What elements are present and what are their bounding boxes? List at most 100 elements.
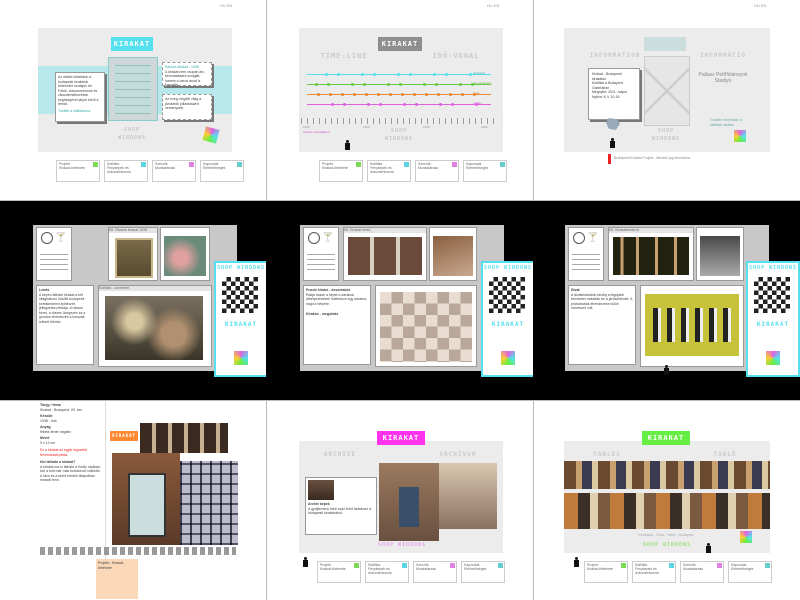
timeline-event-dot[interactable] [325,73,328,76]
logo[interactable]: KIRAKAT [377,431,425,445]
footer-card[interactable]: Projekt Kirakat-története [319,160,363,182]
orange-footer-card[interactable]: Projekt - Kirakat-története [96,559,138,599]
cube-icon[interactable] [234,351,248,365]
timeline-event-dot[interactable] [473,93,476,96]
window-image[interactable] [108,57,158,121]
footer-card[interactable]: Projekt Kirakat-története [317,561,361,583]
timeline-event-dot[interactable] [471,83,474,86]
footer-card[interactable]: Szerzők Munkatársak [680,561,724,583]
logo[interactable]: KIRAKAT [483,321,533,328]
main-photo-card[interactable]: Kiállítás - szerkezet [98,285,212,367]
logo[interactable]: KIRAKAT [378,37,422,51]
logo[interactable]: KIRAKAT [111,37,153,51]
clock-icon[interactable] [573,232,585,244]
gallery-photo[interactable] [644,56,690,126]
language-switch[interactable]: HU EN [754,3,766,8]
logo[interactable]: KIRAKAT [642,431,690,445]
qr-code[interactable] [754,277,790,313]
thumbnail-strip[interactable] [40,547,236,555]
info-note[interactable]: További információ a kiállítás oldalán [710,118,750,127]
timeline-event-dot[interactable] [423,83,426,86]
logo[interactable]: KIRAKAT [216,321,266,328]
timeline-event-dot[interactable] [351,83,354,86]
clock-icon[interactable] [41,232,53,244]
footer-card[interactable]: Szerzők Munkatársak [152,160,196,182]
glass-icon[interactable]: 🍸 [587,232,598,243]
timeline-event-dot[interactable] [409,73,412,76]
timeline-event-dot[interactable] [425,93,428,96]
shop-windows-label[interactable]: SHOP WINDOWS [642,127,690,142]
timeline-event-dot[interactable] [389,93,392,96]
timeline-event-dot[interactable] [413,93,416,96]
puzzle-card[interactable] [375,285,477,367]
menu-list[interactable] [307,250,335,270]
qr-code[interactable] [489,277,525,313]
mannequin-photo[interactable] [700,236,740,276]
footer-card[interactable]: Kiállítás Fényképek és dokumentumok [367,160,411,182]
door-photo[interactable] [112,453,180,545]
footer-card[interactable]: Kiállítás Fényképek és dokumentumok [104,160,148,182]
glass-icon[interactable]: 🍸 [55,232,66,243]
menu-list[interactable] [572,250,600,270]
clock-icon[interactable] [308,232,320,244]
footer-card[interactable]: Kapcsolat Elérhetőségek [461,561,505,583]
grille-photo[interactable] [180,461,238,545]
photo-card[interactable] [160,227,210,281]
timeline-event-dot[interactable] [439,103,442,106]
shop-windows-label[interactable]: SHOP WINDOWS [216,265,266,271]
timeline-event-dot[interactable] [459,83,462,86]
shop-windows-label[interactable]: SHOP WINDOWS [377,541,427,549]
timeline-event-dot[interactable] [403,103,406,106]
timeline-event-dot[interactable] [361,73,364,76]
timeline-event-dot[interactable] [437,93,440,96]
timeline-event-dot[interactable] [433,73,436,76]
footer-card[interactable]: Kapcsolat Elérhetőségek [463,160,507,182]
back-link[interactable]: Vissza a kezdőlapra [303,130,330,134]
timeline-event-dot[interactable] [341,93,344,96]
footer-card[interactable]: Kapcsolat Elérhetőségek [728,561,772,583]
shop-front-photo[interactable] [140,423,228,453]
photo-card[interactable]: Kft. Kirakatrendező [608,227,694,281]
photo-card[interactable] [696,227,744,281]
timeline-event-dot[interactable] [461,93,464,96]
shop-window-photo[interactable] [115,238,153,278]
timeline-event-dot[interactable] [337,73,340,76]
timeline-event-dot[interactable] [365,93,368,96]
timeline-event-dot[interactable] [469,73,472,76]
logo[interactable]: KIRAKAT [110,431,138,441]
footer-card[interactable]: Projekt Kirakat-története [584,561,628,583]
footer-card[interactable]: Projekt Kirakat-története [56,160,100,182]
photo-strip-bottom[interactable] [564,493,770,529]
timeline-event-dot[interactable] [387,83,390,86]
glass-icon[interactable]: 🍸 [322,232,333,243]
footer-card[interactable]: Szerzők Munkatársak [413,561,457,583]
window-display-photo[interactable] [105,296,203,360]
shop-windows-label[interactable]: SHOP WINDOWS [108,126,156,141]
timeline-event-dot[interactable] [399,83,402,86]
cube-icon[interactable] [501,351,515,365]
display-photo[interactable] [613,237,689,275]
photo-card[interactable]: Kft. Rácsos kirakat 1938 [108,227,158,281]
photo-strip-top[interactable] [564,461,770,489]
photo-card[interactable]: Kft. Kirakat belső [343,227,427,281]
timeline-event-dot[interactable] [363,83,366,86]
timeline-event-dot[interactable] [373,73,376,76]
timeline-ruler[interactable] [301,118,499,124]
footer-card[interactable]: Kiállítás Fényképek és dokumentumok [632,561,676,583]
timeline-event-dot[interactable] [317,93,320,96]
cube-icon[interactable] [766,351,780,365]
main-photo-card[interactable] [640,285,744,367]
photo-card[interactable] [429,227,477,281]
street-photo[interactable] [379,463,439,541]
thumb-photo[interactable] [308,480,334,500]
shop-windows-label[interactable]: SHOP WINDOWS [748,265,798,271]
timeline-event-dot[interactable] [315,83,318,86]
qr-code[interactable] [222,277,258,313]
timeline-event-dot[interactable] [329,93,332,96]
timeline-event-dot[interactable] [367,103,370,106]
logo[interactable]: KIRAKAT [748,321,798,328]
language-switch[interactable]: HU EN [220,3,232,8]
intro-link[interactable]: Tovább a kiállításhoz [58,109,102,114]
timeline-event-dot[interactable] [451,103,454,106]
shop-photo[interactable] [439,463,497,529]
